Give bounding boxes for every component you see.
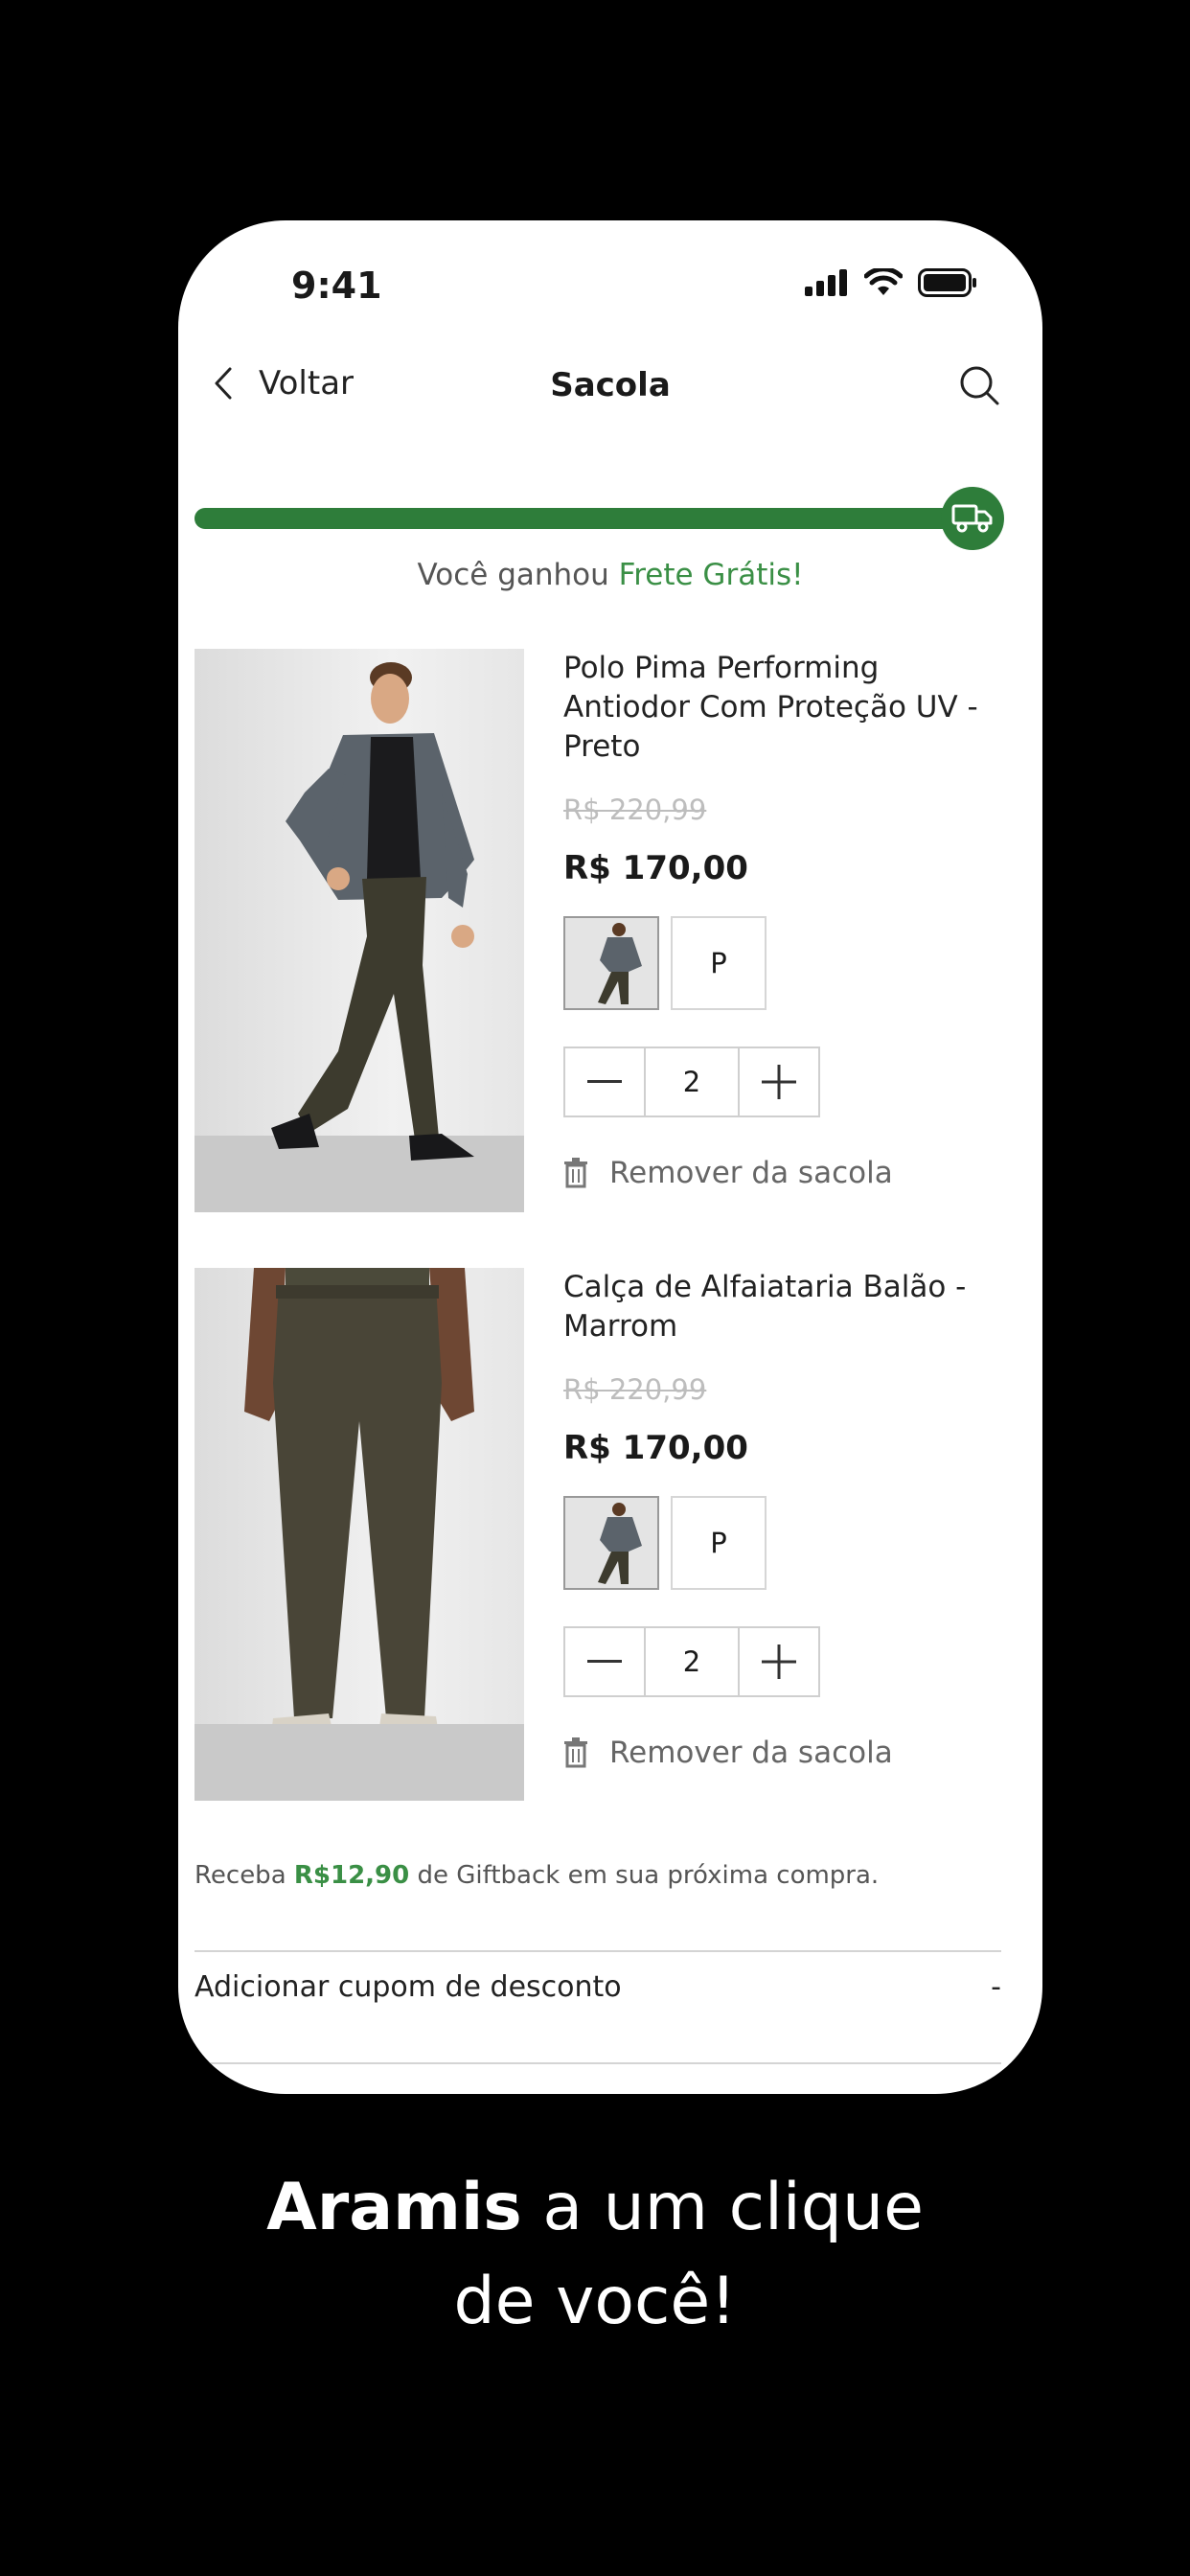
remove-item-button[interactable]: Remover da sacola: [563, 1736, 1014, 1770]
trash-icon: [564, 1158, 587, 1188]
product-image[interactable]: [195, 649, 524, 1212]
tagline-line-1-rest: a um clique: [521, 2170, 924, 2245]
page-title: Sacola: [550, 366, 671, 404]
battery-icon: [918, 268, 976, 297]
trash-icon: [564, 1737, 587, 1768]
image-floor: [195, 1724, 524, 1801]
old-price: R$ 220,99: [563, 1373, 707, 1406]
plus-icon: [762, 1065, 796, 1099]
color-swatch[interactable]: [563, 916, 659, 1010]
decrease-quantity-button[interactable]: [565, 1048, 644, 1116]
status-time: 9:41: [291, 264, 382, 307]
signal-icon: [805, 269, 847, 296]
shipping-message-highlight: Frete Grátis!: [618, 558, 804, 592]
remove-label: Remover da sacola: [609, 1156, 893, 1190]
shipping-progress-bar: [195, 508, 969, 529]
divider: [195, 1950, 1001, 1952]
quantity-value: 2: [644, 1628, 740, 1695]
tagline-line-1: Aramis a um clique: [0, 2161, 1190, 2255]
increase-quantity-button[interactable]: [740, 1048, 818, 1116]
coupon-accordion[interactable]: Adicionar cupom de desconto -: [195, 1970, 1001, 2004]
phone-screen: 9:41 Voltar Sacola Você ganhou Frete Grá…: [178, 220, 1042, 2094]
brand-name: Aramis: [266, 2170, 522, 2245]
color-swatch[interactable]: [563, 1496, 659, 1590]
product-image[interactable]: [195, 1268, 524, 1801]
size-option[interactable]: P: [671, 1496, 767, 1590]
quantity-stepper: 2: [563, 1046, 820, 1117]
giftback-suffix: de Giftback em sua próxima compra.: [409, 1861, 880, 1890]
product-info: Polo Pima Performing Antiodor Com Proteç…: [563, 649, 1014, 1190]
variant-options: P: [563, 1496, 1014, 1590]
model-figure: [271, 662, 474, 1161]
product-name[interactable]: Polo Pima Performing Antiodor Com Proteç…: [563, 649, 1014, 767]
quantity-stepper: 2: [563, 1626, 820, 1697]
quantity-value: 2: [644, 1048, 740, 1116]
product-info: Calça de Alfaiataria Balão - Marrom R$ 2…: [563, 1268, 1014, 1770]
remove-label: Remover da sacola: [609, 1736, 893, 1770]
giftback-amount: R$12,90: [293, 1861, 410, 1890]
truck-icon: [951, 504, 993, 533]
status-icons: [805, 268, 977, 297]
wifi-icon: [864, 268, 903, 295]
shipping-message: Você ganhou Frete Grátis!: [178, 558, 1042, 592]
truck-badge: [941, 487, 1004, 550]
plus-icon: [762, 1644, 796, 1679]
variant-options: P: [563, 916, 1014, 1010]
old-price: R$ 220,99: [563, 794, 707, 826]
minus-icon: [587, 1080, 622, 1083]
price: R$ 170,00: [563, 1429, 748, 1467]
minus-icon: [587, 1660, 622, 1663]
coupon-label: Adicionar cupom de desconto: [195, 1970, 622, 2004]
marketing-tagline: Aramis a um clique de você!: [0, 2161, 1190, 2349]
search-icon: [960, 366, 999, 405]
shipping-message-prefix: Você ganhou: [417, 558, 619, 592]
giftback-prefix: Receba: [195, 1861, 294, 1890]
giftback-message: Receba R$12,90 de Giftback em sua próxim…: [195, 1861, 879, 1890]
tagline-line-2: de você!: [453, 2264, 737, 2339]
divider: [195, 2062, 1001, 2064]
price: R$ 170,00: [563, 849, 748, 887]
increase-quantity-button[interactable]: [740, 1628, 818, 1695]
decrease-quantity-button[interactable]: [565, 1628, 644, 1695]
size-option[interactable]: P: [671, 916, 767, 1010]
remove-item-button[interactable]: Remover da sacola: [563, 1156, 1014, 1190]
swatch-thumbnail: [565, 918, 657, 1008]
collapse-toggle: -: [991, 1970, 1001, 2004]
model-figure: [244, 1268, 474, 1755]
product-name[interactable]: Calça de Alfaiataria Balão - Marrom: [563, 1268, 1014, 1346]
shipping-progress-fill: [195, 508, 969, 529]
swatch-thumbnail: [565, 1498, 657, 1588]
search-button[interactable]: [958, 364, 1000, 410]
